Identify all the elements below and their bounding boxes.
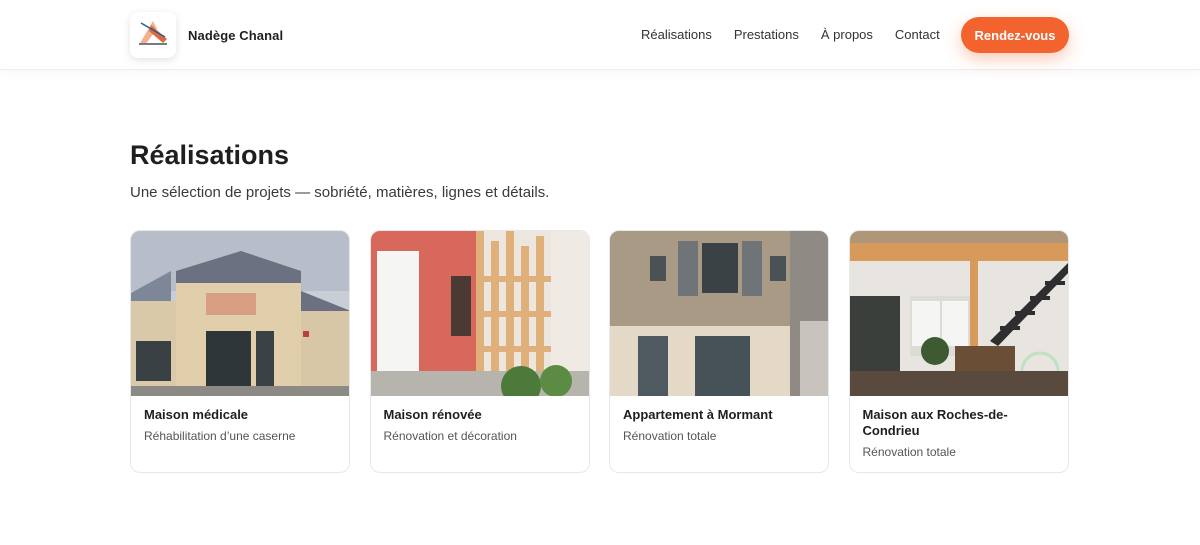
project-title: Maison rénovée xyxy=(383,407,482,422)
project-subtitle: Rénovation totale xyxy=(623,429,717,443)
logo-image xyxy=(139,21,167,45)
project-card-maison-renovee[interactable]: Maison rénovée Rénovation et décoration xyxy=(369,230,590,473)
project-title: Appartement à Mormant xyxy=(623,407,773,422)
logo[interactable] xyxy=(130,12,176,58)
project-card-roches-de-condrieu[interactable]: Maison aux Roches-de-Condrieu Rénovation… xyxy=(848,230,1069,473)
project-card-maison-medicale[interactable]: Maison médicale Réhabilitation d’une cas… xyxy=(130,230,350,473)
project-title: Maison médicale xyxy=(144,407,249,422)
project-image xyxy=(370,231,589,396)
nav-prestations[interactable]: Prestations xyxy=(734,27,799,42)
project-subtitle: Réhabilitation d’une caserne xyxy=(144,429,296,443)
project-card-appartement-mormant[interactable]: Appartement à Mormant Rénovation totale xyxy=(609,230,829,473)
section-subtitle: Une sélection de projets — sobriété, mat… xyxy=(130,184,550,201)
project-image xyxy=(610,231,828,396)
main-nav: Réalisations Prestations À propos Contac… xyxy=(641,27,962,42)
project-subtitle: Rénovation totale xyxy=(862,445,956,459)
projects-grid: Maison médicale Réhabilitation d’une cas… xyxy=(130,230,1069,473)
nav-a-propos[interactable]: À propos xyxy=(821,27,873,42)
project-image xyxy=(131,231,349,396)
section-title: Réalisations xyxy=(130,140,290,170)
brand[interactable]: Nadège Chanal xyxy=(130,12,283,58)
nav-realisations[interactable]: Réalisations xyxy=(641,27,712,42)
site-header: Nadège Chanal Réalisations Prestations À… xyxy=(0,0,1200,70)
rendez-vous-button[interactable]: Rendez-vous xyxy=(961,17,1069,53)
nav-contact[interactable]: Contact xyxy=(895,27,940,42)
project-image xyxy=(849,231,1068,396)
brand-name: Nadège Chanal xyxy=(188,27,284,43)
project-subtitle: Rénovation et décoration xyxy=(383,429,517,443)
project-title: Maison aux Roches-de-Condrieu xyxy=(862,407,1008,438)
